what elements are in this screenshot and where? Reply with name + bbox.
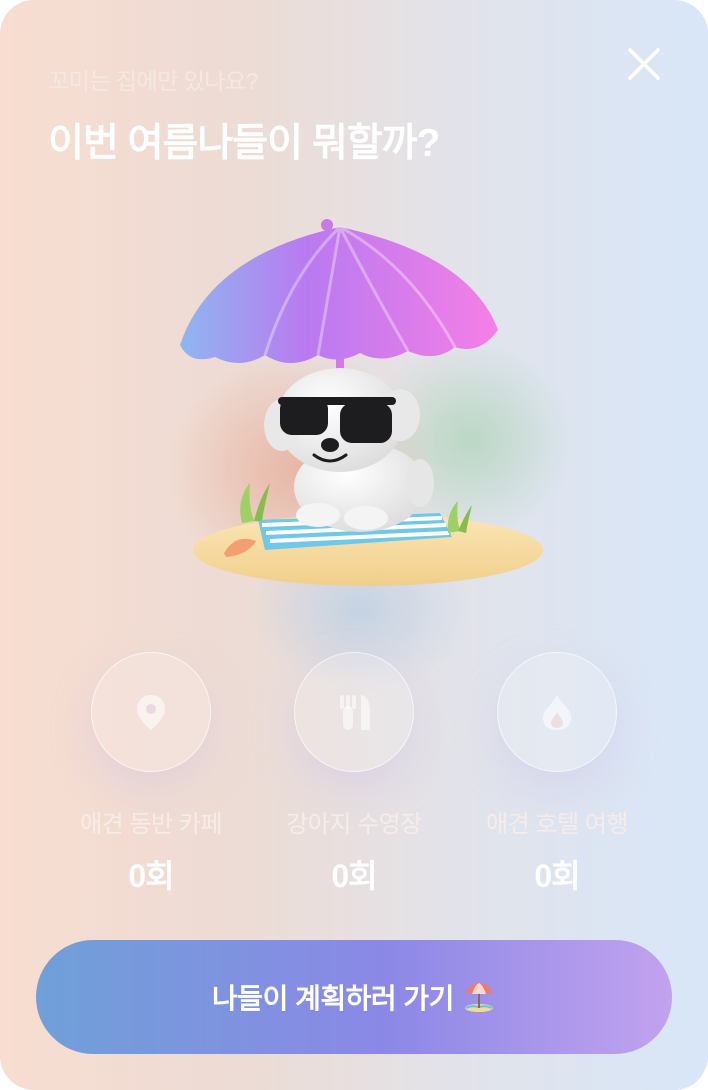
stat-value: 0회	[128, 858, 174, 894]
stat-dog-hotel: 애견 호텔 여행 0회	[447, 652, 667, 897]
close-icon[interactable]	[624, 44, 664, 84]
flame-icon	[543, 695, 571, 730]
stat-circle	[497, 652, 617, 772]
cta-label: 나들이 계획하러 가기	[212, 983, 454, 1014]
location-pin-icon	[137, 695, 165, 730]
stat-value: 0회	[331, 858, 377, 894]
stat-circle	[91, 652, 211, 772]
stat-label: 애견 호텔 여행	[486, 811, 628, 838]
stat-dog-cafe: 애견 동반 카페 0회	[41, 652, 261, 897]
stat-label: 강아지 수영장	[286, 811, 422, 838]
stat-circle	[294, 652, 414, 772]
page-title: 이번 여름나들이 뭐할까?	[48, 122, 440, 165]
subtitle: 꼬미는 집에만 있나요?	[48, 68, 259, 94]
stat-value: 0회	[534, 858, 580, 894]
beach-umbrella-icon	[464, 983, 493, 1012]
stat-dog-pool: 강아지 수영장 0회	[244, 652, 464, 897]
promo-card: 꼬미는 집에만 있나요? 이번 여름나들이 뭐할까? 애견 동반 카페 0회 강…	[0, 0, 708, 1090]
fork-knife-icon	[340, 695, 370, 730]
plan-outing-button[interactable]: 나들이 계획하러 가기	[36, 940, 672, 1054]
dog-beach-illustration	[180, 219, 543, 586]
stat-label: 애견 동반 카페	[80, 811, 222, 838]
